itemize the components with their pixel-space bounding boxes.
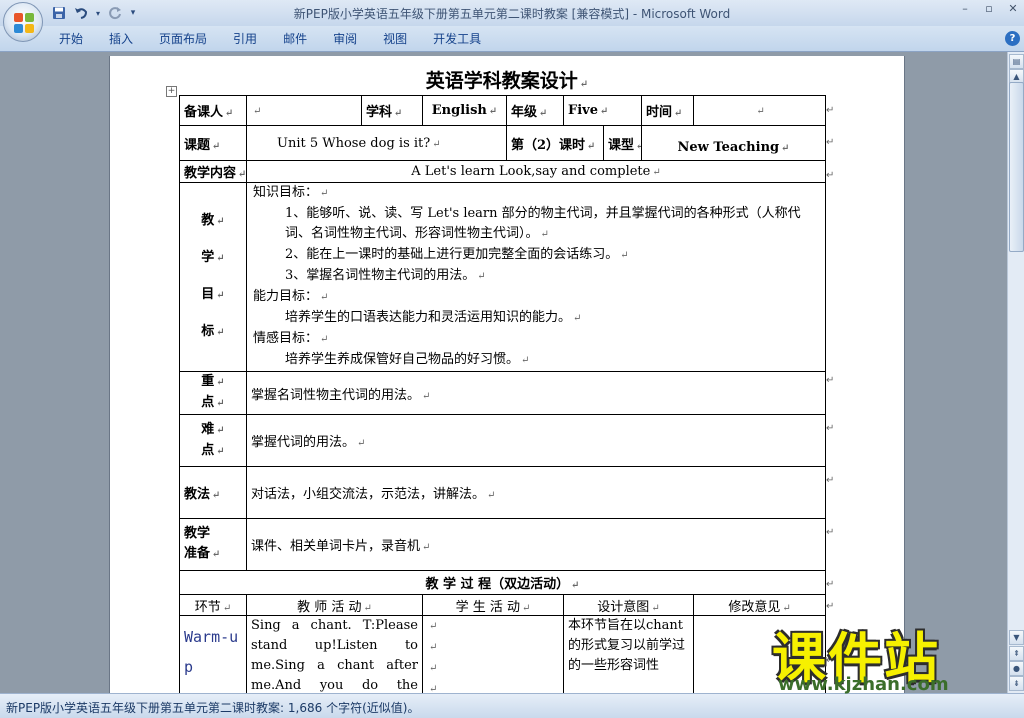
process-header-stage: 环节 ↵ [179,594,247,616]
office-button[interactable] [3,2,43,42]
select-browse-object-icon[interactable]: ● [1009,661,1024,676]
type-value[interactable]: New Teaching ↵ [641,125,827,161]
process-header-revision: 修改意见 ↵ [693,594,827,616]
ribbon-tabs: 开始 插入 页面布局 引用 邮件 审阅 视图 开发工具 [46,31,494,47]
topic-value[interactable]: Unit 5 Whose dog is it? ↵ [246,125,507,161]
tab-view[interactable]: 视图 [370,31,420,47]
table-row: 教法 ↵ 对话法，小组交流法，示范法，讲解法。 ↵ [179,466,827,519]
tab-references[interactable]: 引用 [220,31,270,47]
process-title: 教 学 过 程（双边活动） ↵ [178,570,827,595]
table-row: 教学内容 ↵ A Let's learn Look,say and complet… [179,160,827,183]
objectives-content[interactable]: 知识目标： ↵ 1、能够听、说、读、写 Let's learn 部分的物主代词，并… [245,182,827,372]
table-row: 难 ↵ 点 ↵ 掌握代词的用法。 ↵ [179,414,827,467]
teacher-label: 备课人 ↵ [179,95,247,126]
topic-label: 课题 ↵ [179,125,247,161]
previous-page-icon[interactable]: ⇞ [1009,646,1024,661]
office-logo-icon [14,13,34,33]
design-intent[interactable]: 本环节旨在以chant 的形式复习以前学过的一些形容词性 [562,615,695,693]
key-points-label: 重 ↵ 点 ↵ [179,371,247,415]
table-row: Warm-up Sing a chant. T:Please stand up!… [179,615,827,693]
lesson-plan-table: 备课人 ↵ ↵ 学科 ↵ English ↵ 年级 ↵ Five ↵ 时间 ↵ ↵ 课题 ↵ … [178,95,827,693]
tab-page-layout[interactable]: 页面布局 [146,31,220,47]
vertical-scrollbar[interactable]: ▤ ▲ ▼ ⇞ ● ⇟ [1007,52,1024,693]
document-page[interactable]: + 英语学科教案设计 ↵ 备课人 ↵ ↵ 学科 ↵ English ↵ 年级 ↵ Five… [110,56,904,693]
student-activity[interactable]: ↵ ↵ ↵ ↵ [422,615,564,693]
preparation-label: 教学 准备 ↵ [179,518,247,571]
restore-button[interactable]: ▫ [982,2,996,16]
difficult-points-label: 难 ↵ 点 ↵ [179,414,247,467]
help-icon[interactable]: ? [1005,31,1020,46]
tab-review[interactable]: 审阅 [320,31,370,47]
objectives-label: 教 ↵ 学 ↵ 目 ↵ 标 ↵ [179,182,247,372]
next-page-icon[interactable]: ⇟ [1009,676,1024,691]
tab-insert[interactable]: 插入 [96,31,146,47]
time-label: 时间 ↵ [641,95,695,126]
teacher-value[interactable]: ↵ [246,95,362,126]
subject-label: 学科 ↵ [361,95,423,126]
lesson-label: 第（2）课时 ↵ [506,125,604,161]
row-end-marks: ↵ ↵ ↵ ↵ ↵ ↵ ↵ ↵ ↵ ↵ [826,105,835,666]
document-area[interactable]: + 英语学科教案设计 ↵ 备课人 ↵ ↵ 学科 ↵ English ↵ 年级 ↵ Five… [0,52,1007,693]
methods-label: 教法 ↵ [179,466,247,519]
table-row: 环节 ↵ 教 师 活 动 ↵ 学 生 活 动 ↵ 设计意图 ↵ 修改意见 ↵ [179,594,827,616]
preparation-value[interactable]: 课件、相关单词卡片，录音机 ↵ [245,518,827,571]
methods-value[interactable]: 对话法，小组交流法，示范法，讲解法。 ↵ [245,466,827,519]
tab-developer[interactable]: 开发工具 [420,31,494,47]
content-value[interactable]: A Let's learn Look,say and complete ↵ [245,160,827,183]
key-points-value[interactable]: 掌握名词性物主代词的用法。 ↵ [245,371,827,415]
table-row: 重 ↵ 点 ↵ 掌握名词性物主代词的用法。 ↵ [179,371,827,415]
subject-value[interactable]: English ↵ [422,95,507,126]
scrollbar-thumb[interactable] [1009,82,1024,252]
watermark-logo: 课件站 www.kjzhan.com [772,614,1004,698]
content-label: 教学内容 ↵ [179,160,247,183]
minimize-button[interactable]: – [958,2,972,16]
ruler-toggle-icon[interactable]: ▤ [1009,54,1024,69]
tab-mailings[interactable]: 邮件 [270,31,320,47]
grade-value[interactable]: Five ↵ [562,95,643,126]
type-label: 课型↵ [602,125,643,161]
table-row: 教学 准备 ↵ 课件、相关单词卡片，录音机 ↵ [179,518,827,571]
time-value[interactable]: ↵ [693,95,827,126]
status-text: 新PEP版小学英语五年级下册第五单元第二课时教案: 1,686 个字符(近似值)… [6,701,420,715]
ribbon: 开始 插入 页面布局 引用 邮件 审阅 视图 开发工具 ? [0,26,1024,52]
difficult-points-value[interactable]: 掌握代词的用法。 ↵ [245,414,827,467]
table-row: 课题↵ Unit 5 Whose dog is it?↵ 第（2）课时↵ 课型↵… [179,125,827,161]
window-controls: – ▫ ✕ [958,2,1020,16]
watermark-url: www.kjzhan.com [778,674,949,695]
table-row: 教 学 过 程（双边活动） ↵ [178,570,827,595]
table-row: 备课人 ↵ ↵ 学科 ↵ English ↵ 年级 ↵ Five ↵ 时间 ↵ ↵ [179,95,827,126]
document-title: 英语学科教案设计 ↵ [425,70,589,92]
process-header-intent: 设计意图 ↵ [562,594,695,616]
window-title: 新PEP版小学英语五年级下册第五单元第二课时教案 [兼容模式] - Micros… [293,7,731,21]
tab-home[interactable]: 开始 [46,31,96,47]
scroll-down-icon[interactable]: ▼ [1009,630,1024,645]
table-row: 教 ↵ 学 ↵ 目 ↵ 标 ↵ 知识目标： ↵ 1、能够听、说、读、写 Let's lea… [179,182,827,372]
stage-warm-up[interactable]: Warm-up [179,615,247,693]
title-bar: ▾ ▾ 新PEP版小学英语五年级下册第五单元第二课时教案 [兼容模式] - Mi… [0,0,1024,26]
close-button[interactable]: ✕ [1006,2,1020,16]
teacher-activity[interactable]: Sing a chant. T:Please stand up!Listen t… [246,615,423,693]
process-header-student: 学 生 活 动 ↵ [422,594,564,616]
grade-label: 年级 ↵ [506,95,564,126]
process-header-teacher: 教 师 活 动 ↵ [246,594,423,616]
